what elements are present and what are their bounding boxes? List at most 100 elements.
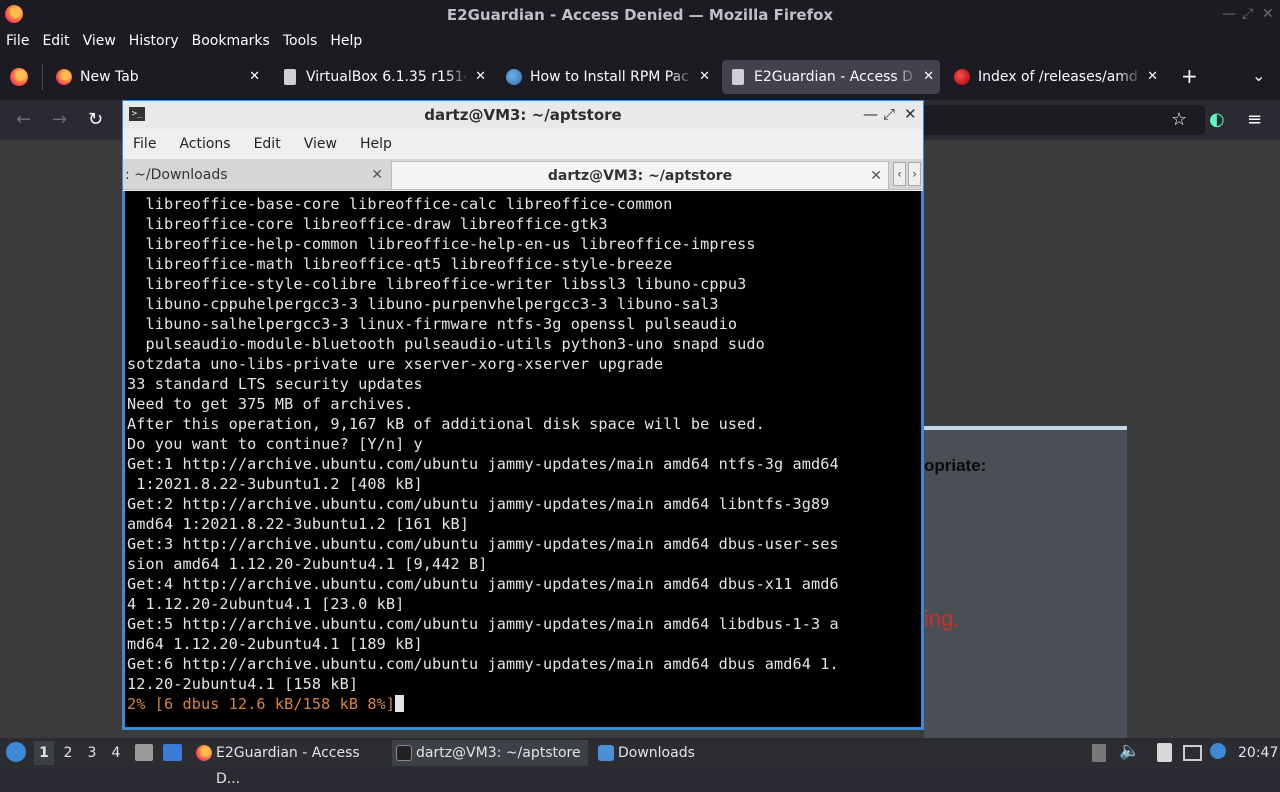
terminal-line: 1:2021.8.22-3ubuntu1.2 [408 kB]: [127, 475, 423, 493]
terminal-menubar: File Actions Edit View Help: [123, 129, 923, 159]
terminal-line: Do you want to continue? [Y/n] y: [127, 435, 423, 453]
panel-warning-text: ing.: [924, 606, 960, 631]
start-menu-icon[interactable]: [6, 742, 26, 762]
workspace-2[interactable]: 2: [58, 741, 78, 765]
tray-upload-icon[interactable]: [1092, 744, 1106, 762]
firefox-view-icon[interactable]: [10, 68, 28, 86]
tab-close-icon[interactable]: ✕: [475, 60, 486, 94]
notification-icon[interactable]: [1210, 743, 1226, 759]
hamburger-menu-icon[interactable]: ≡: [1247, 109, 1262, 130]
terminal-output[interactable]: libreoffice-base-core libreoffice-calc l…: [123, 191, 923, 729]
terminal-cursor: [395, 695, 405, 712]
terminal-line: After this operation, 9,167 kB of additi…: [127, 415, 765, 433]
tab-divider: [42, 64, 43, 90]
clipboard-icon[interactable]: [1157, 743, 1172, 762]
reload-icon[interactable]: ↻: [88, 109, 103, 130]
terminal-window[interactable]: >_ dartz@VM3: ~/aptstore — ⤢ ✕ File Acti…: [122, 100, 924, 730]
terminal-line: Get:3 http://archive.ubuntu.com/ubuntu j…: [127, 535, 839, 553]
terminal-menu-help[interactable]: Help: [360, 129, 392, 159]
volume-icon[interactable]: 🔈: [1119, 741, 1140, 761]
network-icon[interactable]: [1183, 745, 1202, 761]
debian-icon: [954, 69, 970, 85]
close-icon[interactable]: ✕: [904, 105, 917, 123]
maximize-icon[interactable]: ⤢: [883, 105, 895, 123]
menu-file[interactable]: File: [6, 30, 29, 54]
terminal-title: dartz@VM3: ~/aptstore: [424, 106, 622, 124]
tab-new-tab[interactable]: New Tab ✕: [48, 60, 266, 94]
close-icon[interactable]: ✕: [1262, 6, 1274, 22]
terminal-line: Get:6 http://archive.ubuntu.com/ubuntu j…: [127, 655, 839, 673]
terminal-line: 4 1.12.20-2ubuntu4.1 [23.0 kB]: [127, 595, 405, 613]
terminal-line: libreoffice-base-core libreoffice-calc l…: [127, 195, 673, 213]
terminal-line: Get:5 http://archive.ubuntu.com/ubuntu j…: [127, 615, 839, 633]
progress-text: 2% [6 dbus 12.6 kB/158 kB 8%]: [127, 695, 396, 713]
menu-help[interactable]: Help: [330, 30, 362, 54]
new-tab-plus-icon[interactable]: +: [1181, 64, 1198, 88]
workspace-3[interactable]: 3: [82, 741, 102, 765]
task-terminal[interactable]: dartz@VM3: ~/aptstore: [392, 740, 588, 766]
document-icon: [732, 69, 744, 85]
folder-icon: [598, 745, 614, 761]
tab-close-icon[interactable]: ✕: [1147, 60, 1158, 94]
account-icon[interactable]: ◐: [1209, 109, 1225, 130]
task-firefox[interactable]: E2Guardian - Access D...: [192, 740, 386, 787]
menu-tools[interactable]: Tools: [283, 30, 318, 54]
file-manager-icon[interactable]: [135, 744, 153, 761]
terminal-line: Need to get 375 MB of archives.: [127, 395, 414, 413]
tab-close-icon[interactable]: ✕: [923, 60, 934, 94]
back-arrow-icon[interactable]: ←: [16, 109, 31, 130]
terminal-line: Get:2 http://archive.ubuntu.com/ubuntu j…: [127, 495, 830, 513]
tab-index-releases[interactable]: Index of /releases/amd64 ✕: [946, 60, 1164, 94]
terminal-tab-aptstore[interactable]: dartz@VM3: ~/aptstore ✕: [391, 161, 889, 189]
show-desktop-icon[interactable]: [163, 744, 182, 761]
tab-close-icon[interactable]: ✕: [371, 161, 383, 189]
bookmark-star-icon[interactable]: ☆: [1171, 109, 1187, 130]
workspace-4[interactable]: 4: [106, 741, 126, 765]
list-tabs-chevron-icon[interactable]: ⌄: [1252, 66, 1265, 85]
tab-e2guardian[interactable]: E2Guardian - Access Den ✕: [722, 60, 940, 94]
terminal-line: libreoffice-style-colibre libreoffice-wr…: [127, 275, 747, 293]
terminal-menu-view[interactable]: View: [304, 129, 337, 159]
tab-close-icon[interactable]: ✕: [249, 60, 260, 94]
terminal-line: libuno-salhelpergcc3-3 linux-firmware nt…: [127, 315, 738, 333]
minimize-icon[interactable]: —: [863, 105, 878, 123]
terminal-line: libreoffice-math libreoffice-qt5 libreof…: [127, 255, 673, 273]
firefox-tabbar: New Tab ✕ VirtualBox 6.1.35 r15142 ✕ How…: [0, 54, 1280, 100]
firefox-icon: [56, 69, 72, 85]
terminal-line: 33 standard LTS security updates: [127, 375, 423, 393]
terminal-line: libreoffice-help-common libreoffice-help…: [127, 235, 756, 253]
terminal-tab-downloads[interactable]: : ~/Downloads ✕: [123, 161, 389, 189]
task-downloads[interactable]: Downloads: [594, 740, 714, 766]
terminal-menu-edit[interactable]: Edit: [254, 129, 281, 159]
tab-close-icon[interactable]: ✕: [699, 60, 710, 94]
maximize-icon[interactable]: ⤢: [1242, 6, 1253, 22]
firefox-icon: [196, 745, 212, 761]
terminal-menu-actions[interactable]: Actions: [179, 129, 230, 159]
terminal-tabbar: : ~/Downloads ✕ dartz@VM3: ~/aptstore ✕ …: [123, 159, 923, 190]
e2guardian-panel: opriate: ing.: [924, 426, 1127, 738]
terminal-line: Get:4 http://archive.ubuntu.com/ubuntu j…: [127, 575, 839, 593]
menu-bookmarks[interactable]: Bookmarks: [192, 30, 270, 54]
url-bar[interactable]: [915, 105, 1205, 135]
document-icon: [284, 69, 296, 85]
tab-scroll-left-icon[interactable]: ‹: [893, 162, 906, 186]
minimize-icon[interactable]: —: [1222, 6, 1236, 22]
firefox-menubar: File Edit View History Bookmarks Tools H…: [0, 30, 1280, 54]
menu-view[interactable]: View: [83, 30, 116, 54]
terminal-line: sion amd64 1.12.20-2ubuntu4.1 [9,442 B]: [127, 555, 488, 573]
tab-rpm[interactable]: How to Install RPM Packa ✕: [498, 60, 716, 94]
workspace-1[interactable]: 1: [34, 741, 54, 765]
tab-virtualbox[interactable]: VirtualBox 6.1.35 r15142 ✕: [274, 60, 492, 94]
tab-close-icon[interactable]: ✕: [870, 162, 882, 189]
globe-icon: [506, 69, 522, 85]
terminal-line: 12.20-2ubuntu4.1 [158 kB]: [127, 675, 359, 693]
menu-edit[interactable]: Edit: [42, 30, 69, 54]
menu-history[interactable]: History: [129, 30, 179, 54]
taskbar: 1 2 3 4 E2Guardian - Access D... dartz@V…: [0, 738, 1280, 787]
terminal-line: libuno-cppuhelpergcc3-3 libuno-purpenvhe…: [127, 295, 719, 313]
terminal-menu-file[interactable]: File: [133, 129, 156, 159]
forward-arrow-icon[interactable]: →: [52, 109, 67, 130]
terminal-titlebar[interactable]: >_ dartz@VM3: ~/aptstore — ⤢ ✕: [123, 101, 923, 129]
firefox-titlebar: E2Guardian - Access Denied — Mozilla Fir…: [0, 0, 1280, 30]
tab-scroll-right-icon[interactable]: ›: [908, 162, 921, 186]
